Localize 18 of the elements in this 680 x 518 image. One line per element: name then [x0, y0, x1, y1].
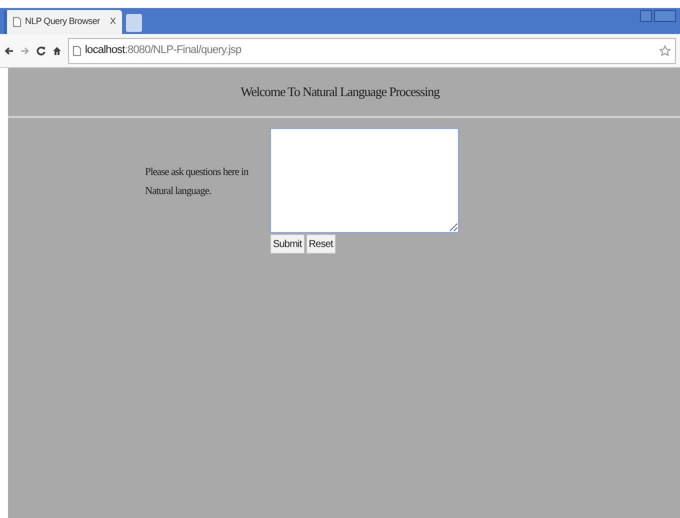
tab-title: NLP Query Browser — [25, 15, 100, 28]
back-icon[interactable] — [4, 46, 14, 56]
page-icon — [13, 17, 21, 27]
address-bar[interactable]: localhost:8080/NLP-Final/query.jsp — [68, 38, 676, 64]
home-icon[interactable] — [52, 46, 62, 56]
url-text: localhost:8080/NLP-Final/query.jsp — [85, 43, 242, 58]
page-heading: Welcome To Natural Language Processing — [240, 83, 440, 102]
prompt-text: Please ask questions here in Natural language. — [145, 166, 250, 199]
question-input[interactable] — [270, 128, 459, 233]
forward-icon[interactable] — [20, 46, 30, 56]
star-icon[interactable] — [659, 44, 671, 56]
form-button[interactable]: Submit — [270, 234, 305, 254]
page-icon — [73, 46, 81, 56]
form-button[interactable]: Reset — [306, 234, 336, 254]
browser-tab[interactable]: NLP Query Browser X — [4, 10, 122, 34]
tab-close[interactable]: X — [110, 15, 116, 29]
window-controls[interactable] — [640, 10, 676, 22]
reload-icon[interactable] — [36, 46, 46, 56]
